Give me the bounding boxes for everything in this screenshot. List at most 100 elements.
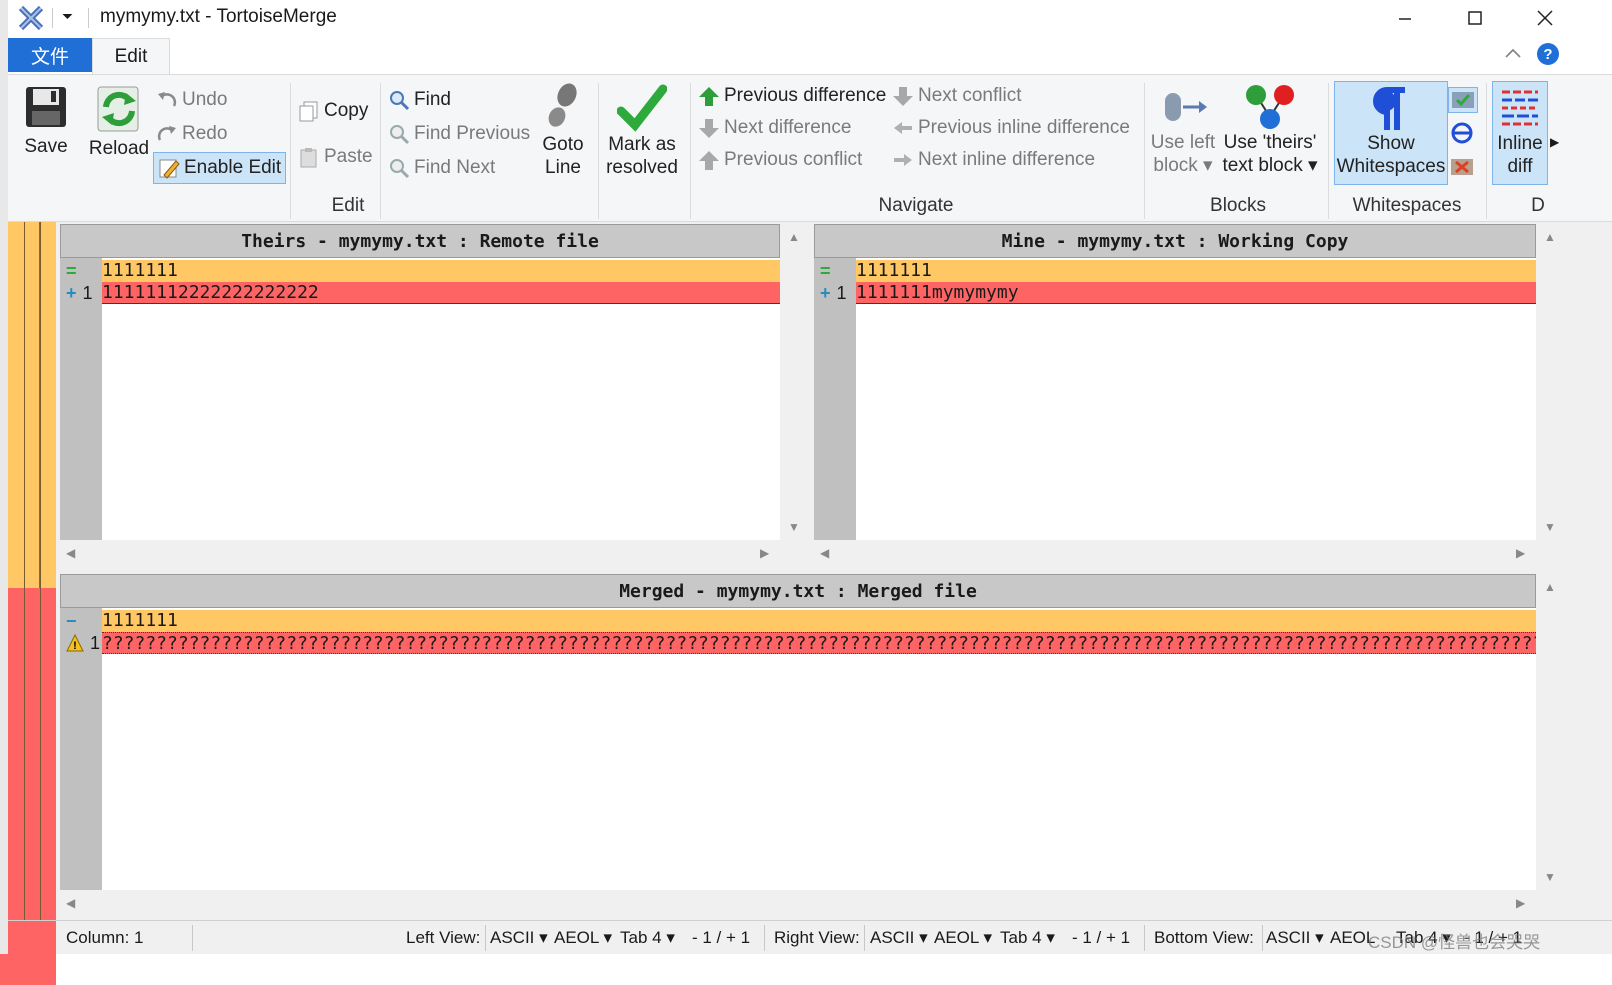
undo-label: Undo — [182, 89, 228, 110]
quick-access-dropdown-icon[interactable]: ⏷ — [62, 8, 73, 25]
arrow-down-icon — [698, 117, 720, 139]
magnifier-icon — [388, 157, 410, 179]
theirs-pane[interactable]: Theirs - mymymy.txt : Remote file = 1111… — [60, 224, 780, 540]
copy-label: Copy — [324, 100, 369, 121]
merged-line-2[interactable]: ????????????????????????????????????????… — [102, 632, 1536, 654]
goto-line-button[interactable]: Goto Line — [530, 83, 596, 179]
status-left-view-label: Left View: — [406, 928, 481, 947]
undo-icon — [156, 89, 178, 111]
paste-button[interactable]: Paste — [298, 146, 373, 168]
status-right-eol[interactable]: AEOL ▾ — [934, 928, 992, 948]
merged-horizontal-scrollbar[interactable]: ◀ ▶ — [60, 892, 1536, 914]
previous-inline-difference-button[interactable]: Previous inline difference — [892, 117, 1130, 139]
previous-conflict-button[interactable]: Previous conflict — [698, 149, 862, 171]
pilcrow-icon — [1373, 87, 1405, 130]
whitespace-option-remove[interactable] — [1448, 155, 1478, 181]
tab-file[interactable]: 文件 — [8, 38, 92, 72]
next-inline-difference-label: Next inline difference — [918, 149, 1096, 170]
arrow-right-icon — [892, 149, 914, 171]
previous-conflict-label: Previous conflict — [724, 149, 863, 170]
maximize-button[interactable] — [1440, 0, 1510, 36]
close-button[interactable] — [1510, 0, 1580, 36]
mine-vertical-scrollbar[interactable]: ▲ ▼ — [1538, 224, 1560, 540]
undo-button[interactable]: Undo — [156, 89, 227, 111]
save-button[interactable]: Save — [14, 85, 78, 158]
use-left-block-label-1: Use left — [1150, 132, 1216, 153]
ribbon-tabs: 文件 Edit ? — [8, 38, 1612, 74]
checkmark-icon — [617, 84, 667, 132]
window-title: mymymy.txt - TortoiseMerge — [100, 6, 337, 27]
theirs-line-1[interactable]: 1111111 — [102, 260, 780, 282]
mine-pane-header: Mine - mymymy.txt : Working Copy — [814, 224, 1536, 258]
mine-horizontal-scrollbar[interactable]: ◀ ▶ — [814, 542, 1536, 564]
goto-line-label-1: Goto — [542, 134, 584, 155]
theirs-horizontal-scrollbar[interactable]: ◀ ▶ — [60, 542, 780, 564]
use-left-block-label-2: block ▾ — [1153, 155, 1213, 176]
find-next-button[interactable]: Find Next — [388, 157, 495, 179]
merged-line-1[interactable]: 1111111 — [102, 610, 1536, 632]
reload-button[interactable]: Reload — [86, 85, 152, 160]
paste-icon — [298, 146, 320, 168]
group-label-blocks: Blocks — [1210, 195, 1266, 216]
previous-inline-difference-label: Previous inline difference — [918, 117, 1130, 138]
arrow-down-icon — [892, 85, 914, 107]
ribbon-scroll-right-icon[interactable]: ▶ — [1550, 135, 1559, 149]
status-left-tab[interactable]: Tab 4 ▾ — [620, 928, 675, 948]
find-button[interactable]: Find — [388, 89, 451, 111]
use-theirs-block-button[interactable]: Use 'theirs' text block ▾ — [1220, 83, 1320, 177]
paste-label: Paste — [324, 146, 373, 167]
help-icon[interactable]: ? — [1536, 42, 1560, 72]
whitespace-option-ignore[interactable] — [1448, 121, 1478, 147]
mine-line-1[interactable]: 1111111 — [856, 260, 1536, 282]
next-difference-button[interactable]: Next difference — [698, 117, 851, 139]
svg-text:?: ? — [1543, 46, 1552, 63]
next-inline-difference-button[interactable]: Next inline difference — [892, 149, 1095, 171]
status-bar: Column: 1 Left View: ASCII ▾ AEOL ▾ Tab … — [8, 920, 1612, 955]
redo-button[interactable]: Redo — [156, 123, 227, 145]
diff-area: Theirs - mymymy.txt : Remote file = 1111… — [8, 222, 1612, 985]
magnifier-icon — [388, 123, 410, 145]
inline-diff-button[interactable]: Inline diff — [1492, 81, 1548, 185]
mark-resolved-button[interactable]: Mark as resolved — [604, 83, 680, 179]
mine-pane[interactable]: Mine - mymymy.txt : Working Copy = 11111… — [814, 224, 1536, 540]
status-column: Column: 1 — [66, 928, 144, 947]
status-right-tab[interactable]: Tab 4 ▾ — [1000, 928, 1055, 948]
find-previous-button[interactable]: Find Previous — [388, 123, 530, 145]
enable-edit-button[interactable]: Enable Edit — [153, 152, 287, 184]
collapse-ribbon-icon[interactable] — [1504, 44, 1522, 65]
app-icon[interactable] — [18, 5, 44, 37]
copy-button[interactable]: Copy — [298, 100, 368, 122]
footsteps-icon — [548, 83, 577, 127]
svg-text:!: ! — [73, 640, 77, 652]
status-left-encoding[interactable]: ASCII ▾ — [490, 928, 548, 948]
goto-line-label-2: Line — [545, 157, 581, 178]
whitespace-option-check[interactable] — [1448, 87, 1478, 113]
status-left-eol[interactable]: AEOL ▾ — [554, 928, 612, 948]
merged-pane[interactable]: Merged - mymymy.txt : Merged file − 1111… — [60, 574, 1536, 890]
minimize-button[interactable] — [1370, 0, 1440, 36]
status-bottom-encoding[interactable]: ASCII ▾ — [1266, 928, 1324, 948]
theirs-line-2[interactable]: 11111112222222222222 — [102, 282, 780, 304]
tab-edit[interactable]: Edit — [92, 38, 170, 74]
merged-pane-header: Merged - mymymy.txt : Merged file — [60, 574, 1536, 608]
next-conflict-button[interactable]: Next conflict — [892, 85, 1021, 107]
mine-line-2[interactable]: 1111111mymymymy — [856, 282, 1536, 304]
merged-vertical-scrollbar[interactable]: ▲ ▼ — [1538, 574, 1560, 890]
previous-difference-button[interactable]: Previous difference — [698, 85, 886, 107]
next-difference-label: Next difference — [724, 117, 852, 138]
added-marker: +1 — [66, 283, 93, 303]
equal-marker: = — [820, 261, 831, 281]
edit-pencil-icon — [158, 157, 180, 179]
status-bottom-view-label: Bottom View: — [1154, 928, 1254, 947]
find-previous-label: Find Previous — [414, 123, 531, 144]
find-label: Find — [414, 89, 451, 110]
use-left-block-button[interactable]: Use left block ▾ — [1150, 85, 1216, 177]
theirs-vertical-scrollbar[interactable]: ▲ ▼ — [782, 224, 804, 540]
redo-icon — [156, 123, 178, 145]
desktop-edge — [0, 0, 8, 985]
use-theirs-block-label-1: Use 'theirs' — [1223, 132, 1317, 153]
equal-marker: = — [66, 261, 77, 281]
show-whitespaces-button[interactable]: Show Whitespaces — [1334, 81, 1448, 185]
status-right-encoding[interactable]: ASCII ▾ — [870, 928, 928, 948]
title-bar: ⏷ mymymy.txt - TortoiseMerge — [8, 0, 1612, 36]
